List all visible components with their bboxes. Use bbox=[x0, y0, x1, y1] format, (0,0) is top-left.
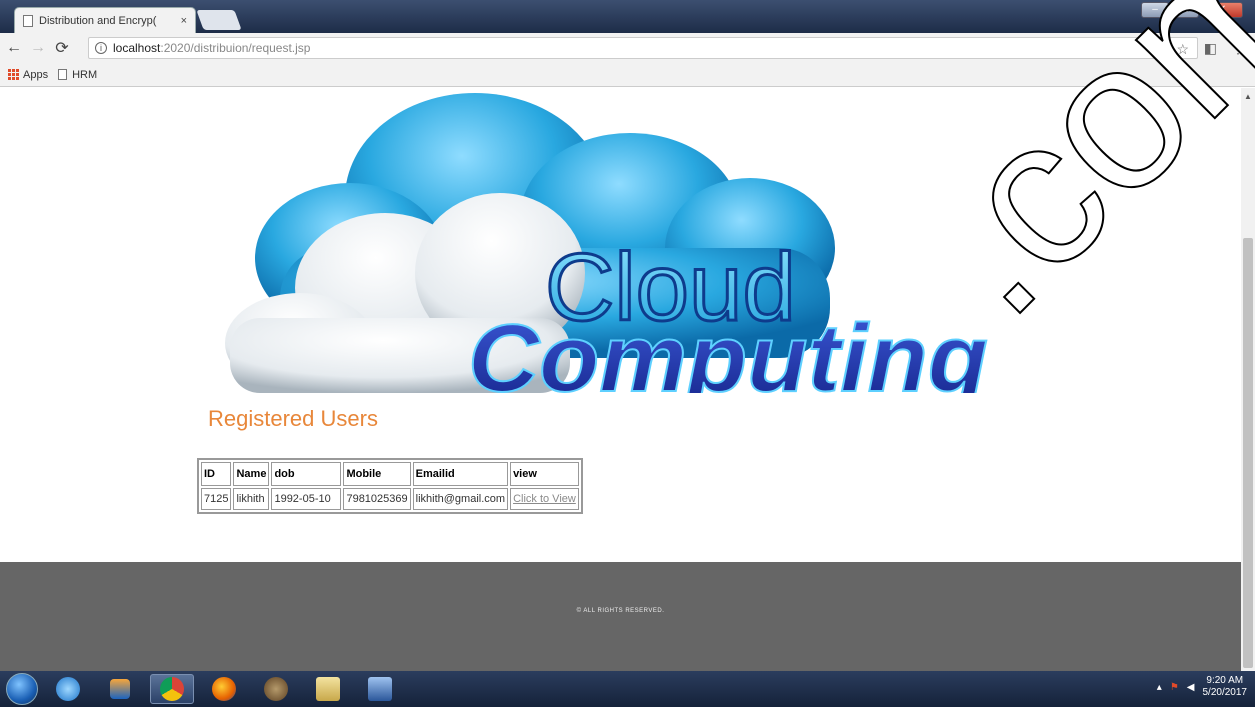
column-header: ID bbox=[201, 462, 232, 486]
page-heading: Registered Users bbox=[208, 406, 378, 431]
tray-expand-icon[interactable]: ▴ bbox=[1157, 682, 1162, 693]
column-header: Mobile bbox=[343, 462, 411, 486]
browser-tab[interactable]: Distribution and Encryp( × bbox=[14, 7, 196, 33]
bookmark-apps[interactable]: Apps bbox=[8, 69, 48, 81]
firefox-icon bbox=[212, 677, 236, 701]
page-viewport: Cloud Computing Registered Users ID Name… bbox=[0, 88, 1255, 671]
folder-icon bbox=[316, 677, 340, 701]
browser-titlebar: Distribution and Encryp( × – □ ✕ bbox=[0, 0, 1255, 33]
url-path: :2020/distribuion/request.jsp bbox=[160, 41, 311, 55]
back-icon[interactable]: ← bbox=[4, 39, 24, 57]
table-header-row: ID Name dob Mobile Emailid view bbox=[201, 462, 579, 486]
clock-date: 5/20/2017 bbox=[1202, 687, 1248, 698]
apps-grid-icon bbox=[8, 69, 19, 80]
scroll-up-icon[interactable]: ▲ bbox=[1244, 92, 1252, 101]
registered-users-table: ID Name dob Mobile Emailid view 7125 lik… bbox=[197, 458, 583, 514]
ie-icon bbox=[56, 677, 80, 701]
menu-icon[interactable]: ⋮ bbox=[1231, 40, 1245, 57]
bookmark-label: HRM bbox=[72, 68, 98, 81]
taskbar-media-player[interactable] bbox=[98, 674, 142, 704]
chrome-icon bbox=[160, 677, 184, 701]
taskbar-explorer[interactable] bbox=[306, 674, 350, 704]
maximize-button[interactable]: □ bbox=[1171, 2, 1199, 18]
minimize-button[interactable]: – bbox=[1141, 2, 1169, 18]
column-header: Name bbox=[233, 462, 270, 486]
scrollbar-thumb[interactable] bbox=[1243, 238, 1253, 668]
system-tray: ▴ ⚑ ◀ 9:20 AM 5/20/2017 bbox=[1157, 675, 1247, 699]
bookmark-star-icon[interactable]: ☆ bbox=[1176, 41, 1189, 58]
taskbar-app[interactable] bbox=[254, 674, 298, 704]
bookmark-hrm[interactable]: HRM bbox=[58, 69, 97, 81]
toolbar-right: ◧ ⋮ bbox=[1204, 40, 1245, 57]
cell-view: Click to View bbox=[510, 488, 579, 510]
banner-text-computing: Computing bbox=[468, 305, 988, 393]
page-scrollbar[interactable]: ▲ bbox=[1241, 88, 1255, 671]
clock[interactable]: 9:20 AM 5/20/2017 bbox=[1203, 675, 1248, 699]
page-icon bbox=[23, 14, 33, 27]
page-footer: © ALL RIGHTS RESERVED. bbox=[0, 562, 1241, 671]
reload-icon[interactable]: ⟳ bbox=[52, 38, 72, 58]
volume-icon[interactable]: ◀ bbox=[1187, 682, 1195, 693]
url-host: localhost bbox=[113, 41, 161, 55]
column-header: Emailid bbox=[412, 462, 509, 486]
taskbar-word[interactable] bbox=[358, 674, 402, 704]
table-row: 7125 likhith 1992-05-10 7981025369 likhi… bbox=[201, 488, 579, 510]
window-controls: – □ ✕ bbox=[1141, 2, 1243, 18]
action-center-flag-icon[interactable]: ⚑ bbox=[1170, 682, 1179, 693]
cell-email: likhith@gmail.com bbox=[412, 488, 509, 510]
cell-dob: 1992-05-10 bbox=[271, 488, 342, 510]
click-to-view-link[interactable]: Click to View bbox=[513, 493, 576, 505]
forward-icon[interactable]: → bbox=[28, 39, 48, 57]
info-icon[interactable]: i bbox=[95, 42, 107, 54]
bookmark-label: Apps bbox=[23, 68, 49, 81]
browser-toolbar: ← → ⟳ i localhost :2020/distribuion/requ… bbox=[0, 33, 1255, 63]
cloud-computing-banner: Cloud Computing bbox=[225, 93, 989, 393]
column-header: dob bbox=[271, 462, 342, 486]
taskbar-firefox[interactable] bbox=[202, 674, 246, 704]
close-window-button[interactable]: ✕ bbox=[1201, 2, 1243, 18]
extension-icon[interactable]: ◧ bbox=[1204, 40, 1217, 57]
media-player-icon bbox=[110, 679, 130, 699]
close-tab-icon[interactable]: × bbox=[181, 15, 187, 27]
windows-taskbar: ▴ ⚑ ◀ 9:20 AM 5/20/2017 bbox=[0, 671, 1255, 707]
taskbar-chrome[interactable] bbox=[150, 674, 194, 704]
cell-id: 7125 bbox=[201, 488, 232, 510]
page-icon bbox=[58, 69, 68, 80]
taskbar-ie[interactable] bbox=[46, 674, 90, 704]
tab-title: Distribution and Encryp( bbox=[39, 14, 157, 27]
clock-time: 9:20 AM bbox=[1206, 675, 1244, 686]
copyright-text: © ALL RIGHTS RESERVED. bbox=[576, 608, 665, 614]
cell-mobile: 7981025369 bbox=[343, 488, 411, 510]
column-header: view bbox=[510, 462, 579, 486]
app-icon bbox=[264, 677, 288, 701]
bookmarks-bar: Apps HRM bbox=[0, 63, 1255, 87]
new-tab-button[interactable] bbox=[196, 10, 242, 30]
start-button[interactable] bbox=[6, 673, 38, 705]
cell-name: likhith bbox=[233, 488, 270, 510]
word-icon bbox=[368, 677, 392, 701]
address-bar[interactable]: i localhost :2020/distribuion/request.js… bbox=[88, 37, 1198, 59]
